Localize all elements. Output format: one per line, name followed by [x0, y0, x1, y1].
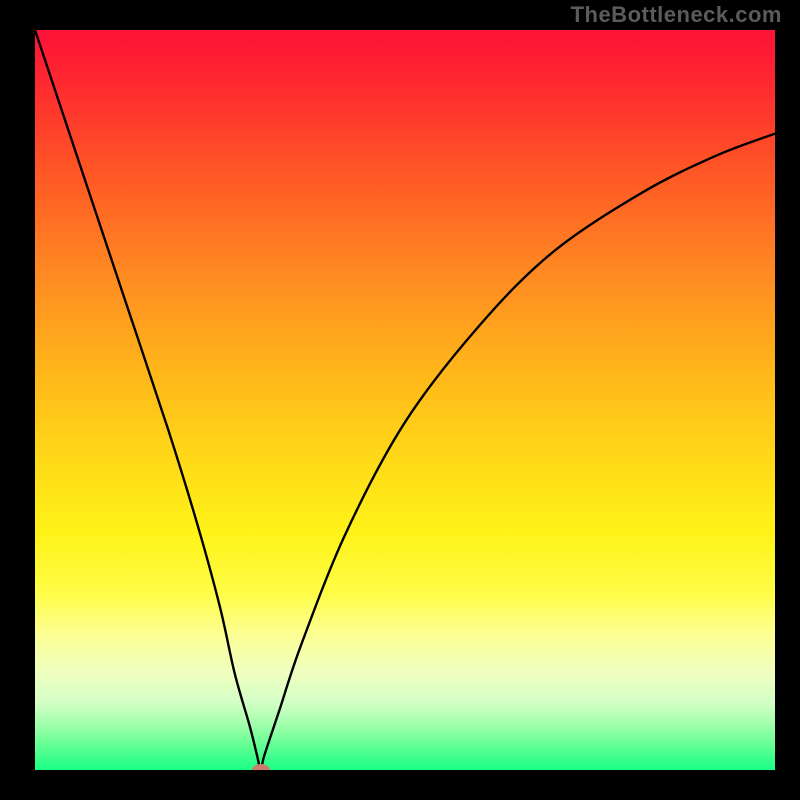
bottleneck-curve [35, 30, 775, 770]
bottleneck-chart [35, 30, 775, 770]
watermark-text: TheBottleneck.com [571, 2, 782, 28]
minimum-marker [252, 764, 270, 770]
